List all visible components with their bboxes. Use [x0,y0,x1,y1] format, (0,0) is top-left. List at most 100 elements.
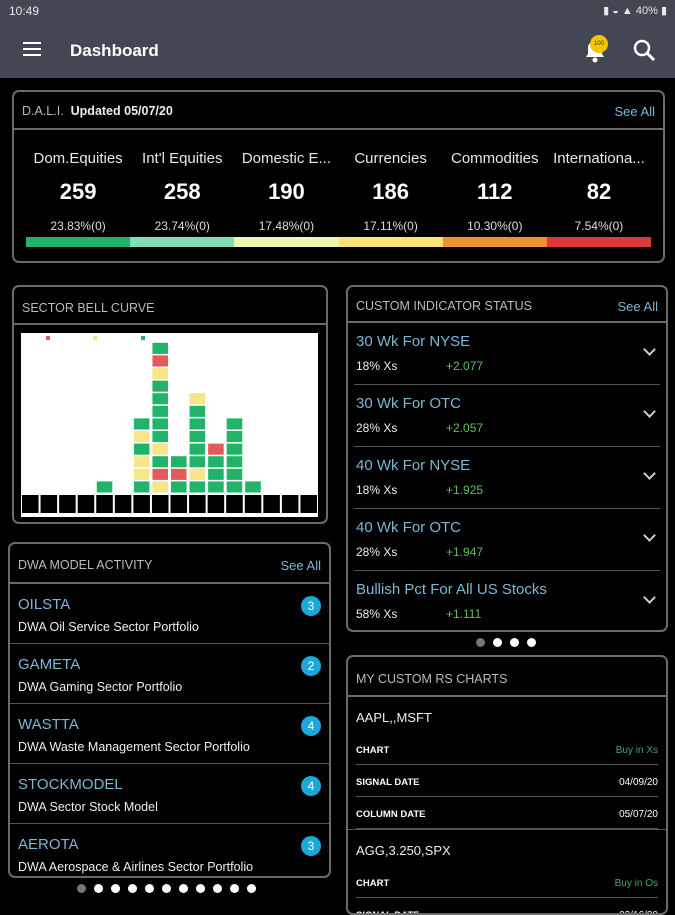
bell-curve-cell [189,405,206,417]
bell-curve-axis-cell [281,495,299,513]
bell-curve-cell [189,456,206,468]
bell-curve-cell [152,456,168,468]
bell-curve-cell [245,481,261,493]
dali-column[interactable]: Currencies 186 17.11%(0) [338,150,443,247]
model-row[interactable]: OILSTA DWA Oil Service Sector Portfolio 3 [10,584,329,644]
app-bar: Dashboard 100 [0,22,675,78]
page-dot[interactable] [111,884,120,893]
model-description: DWA Sector Stock Model [18,800,158,814]
dali-column[interactable]: Internationa... 82 7.54%(0) [546,150,652,247]
chevron-down-icon[interactable] [643,405,656,418]
page-dot[interactable] [213,884,222,893]
menu-icon[interactable] [23,42,41,56]
indicator-page-dots [476,638,536,647]
page-dot[interactable] [493,638,502,647]
indicator-row[interactable]: Bullish Pct For All US Stocks 58% Xs +1.11… [354,571,660,630]
model-count-badge: 4 [301,776,321,796]
indicator-name: 40 Wk For NYSE [356,457,471,474]
dali-column-name: Internationa... [553,150,645,167]
rs-detail-label: CHART [356,878,390,889]
bell-curve-cell [226,481,243,493]
rs-symbol: AGG,3.250,SPX [356,843,451,858]
model-description: DWA Aerospace & Airlines Sector Portfoli… [18,860,254,874]
chevron-down-icon[interactable] [643,591,656,604]
bell-curve-cell [226,468,243,480]
search-icon[interactable] [632,38,656,62]
dali-column[interactable]: Dom.Equities 259 23.83%(0) [26,150,131,247]
chevron-down-icon[interactable] [643,529,656,542]
bell-curve-cell [133,468,150,480]
rs-detail-value: Buy in Os [614,878,658,889]
rs-detail-row: SIGNAL DATE 03/16/20 [356,898,658,913]
page-dot[interactable] [230,884,239,893]
dali-see-all-link[interactable]: See All [615,104,655,119]
rs-chart-item[interactable]: AAPL,,MSFT CHART Buy in Xs SIGNAL DATE 04/09… [348,703,666,830]
bell-curve-axis-cell [189,495,206,513]
status-bar: 10:49 ▮ ◒ ▲ 40% ▮ [0,0,675,22]
bell-curve-cell [152,380,168,392]
indicator-see-all-link[interactable]: See All [618,299,658,314]
dali-color-bar [130,237,235,247]
sector-bell-curve-card[interactable]: SECTOR BELL CURVE [12,285,328,524]
indicator-name: 40 Wk For OTC [356,519,462,536]
rs-detail-value: 05/07/20 [619,809,658,820]
page-dot[interactable] [145,884,154,893]
rs-detail-value: Buy in Xs [615,745,658,756]
bell-curve-cell [189,481,206,493]
model-row[interactable]: AEROTA DWA Aerospace & Airlines Sector Po… [10,824,329,876]
page-dot[interactable] [128,884,137,893]
indicator-row[interactable]: 40 Wk For OTC 28% Xs +1.947 [354,509,660,571]
dali-column-pct: 23.83%(0) [50,219,106,233]
dali-color-bar [234,237,339,247]
indicator-pct: 28% Xs [356,421,398,435]
model-code: STOCKMODEL [18,776,123,793]
page-dot[interactable] [77,884,86,893]
indicator-change: +1.925 [446,483,484,497]
bell-curve-axis-cell [59,495,76,513]
indicator-list: 30 Wk For NYSE 18% Xs +2.077 30 Wk For OTC 2… [348,323,666,630]
bell-curve-axis-cell [207,495,225,513]
dali-column[interactable]: Domestic E... 190 17.48%(0) [234,150,339,247]
model-row[interactable]: GAMETA DWA Gaming Sector Portfolio 2 [10,644,329,704]
dali-column-pct: 7.54%(0) [574,219,624,233]
dali-column-value: 190 [268,179,305,204]
bell-curve-axis-cell [96,495,113,513]
dali-column-name: Currencies [354,150,427,167]
bell-curve-image[interactable] [21,333,318,517]
bell-curve-axis-cell [244,495,262,513]
model-row[interactable]: STOCKMODEL DWA Sector Stock Model 4 [10,764,329,824]
models-see-all-link[interactable]: See All [281,558,321,573]
dali-column[interactable]: Int'l Equities 258 23.74%(0) [130,150,235,247]
page-dot[interactable] [476,638,485,647]
page-dot[interactable] [247,884,256,893]
bell-curve-cell [226,443,243,455]
bell-curve-cell [208,481,224,493]
indicator-change: +1.111 [446,607,482,621]
page-dot[interactable] [162,884,171,893]
indicator-row[interactable]: 30 Wk For OTC 28% Xs +2.057 [354,385,660,447]
bell-curve-axis-cell [300,495,317,513]
page-dot[interactable] [527,638,536,647]
model-count-badge: 3 [301,836,321,856]
indicator-row[interactable]: 30 Wk For NYSE 18% Xs +2.077 [354,323,660,385]
bell-curve-cell [152,368,168,380]
dali-column[interactable]: Commodities 112 10.30%(0) [442,150,547,247]
model-description: DWA Oil Service Sector Portfolio [18,620,199,634]
rs-detail-value: 03/16/20 [619,910,658,913]
page-dot[interactable] [510,638,519,647]
bell-curve-cell [208,468,224,480]
status-icons: ▮ ◒ ▲ 40% ▮ [603,5,667,17]
page-dot[interactable] [179,884,188,893]
indicator-row[interactable]: 40 Wk For NYSE 18% Xs +1.925 [354,447,660,509]
rs-chart-item[interactable]: AGG,3.250,SPX CHART Buy in Os SIGNAL DATE 03… [348,836,666,913]
indicator-pct: 58% Xs [356,607,398,621]
chevron-down-icon[interactable] [643,343,656,356]
page-dot[interactable] [196,884,205,893]
page-dot[interactable] [94,884,103,893]
dali-column-name: Int'l Equities [142,150,223,167]
bell-curve-axis-cell [226,495,243,513]
model-row[interactable]: WASTTA DWA Waste Management Sector Portfo… [10,704,329,764]
rs-symbol: AAPL,,MSFT [356,710,432,725]
custom-indicator-card: CUSTOM INDICATOR STATUS See All 30 Wk For… [346,285,668,632]
chevron-down-icon[interactable] [643,467,656,480]
